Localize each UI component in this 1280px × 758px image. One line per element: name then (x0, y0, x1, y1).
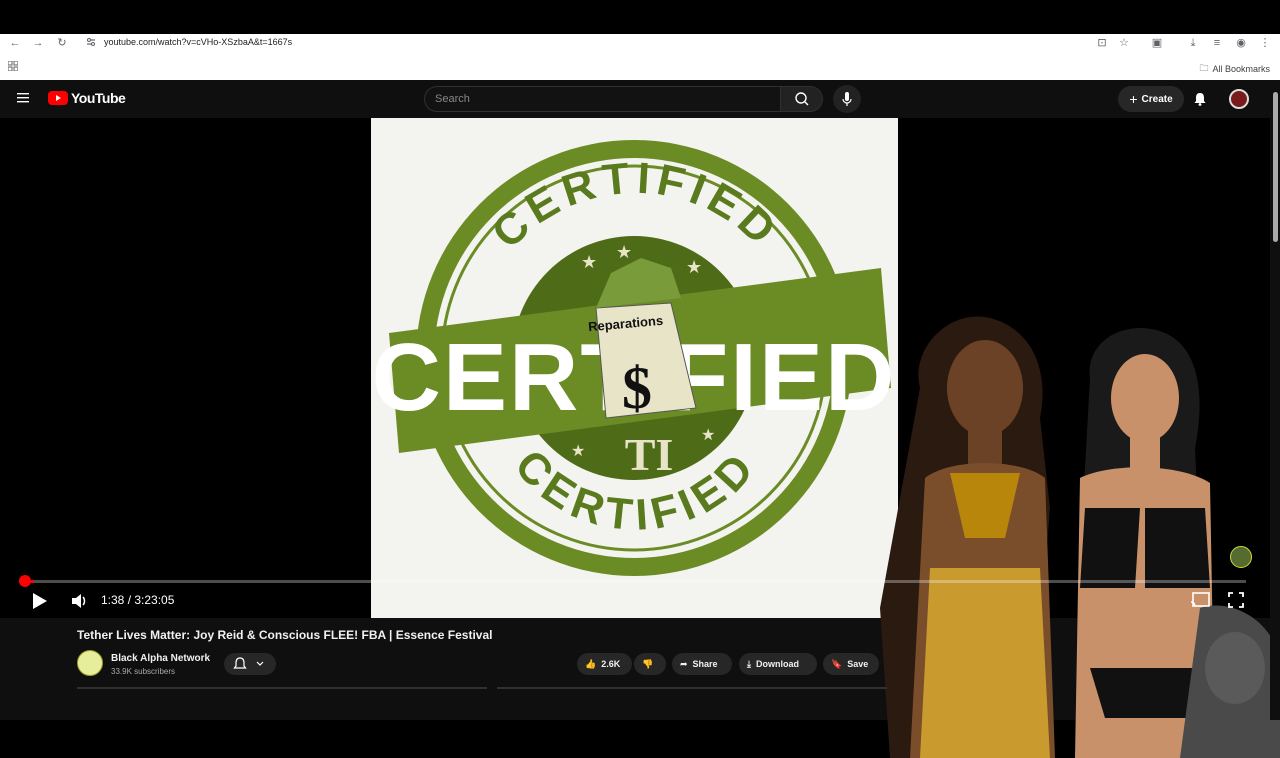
share-icon: ➦ (680, 658, 688, 669)
progress-bar[interactable] (24, 580, 1246, 583)
plus-icon: + (1129, 91, 1138, 107)
bookmarks-bar: 🗀 All Bookmarks (0, 58, 1280, 76)
bookmark-star-icon[interactable]: ☆ (1117, 36, 1131, 50)
video-title: Tether Lives Matter: Joy Reid & Consciou… (77, 628, 493, 642)
address-row: ← → ↻ youtube.com/watch?v=cVHo-XSzbaA&t=… (0, 34, 1280, 52)
fullscreen-icon[interactable] (1228, 592, 1244, 608)
all-bookmarks-label: All Bookmarks (1212, 64, 1270, 74)
site-info-icon[interactable] (86, 37, 96, 47)
apps-grid-icon[interactable] (8, 61, 18, 71)
like-count: 2.6K (601, 659, 621, 669)
svg-text:★: ★ (701, 427, 715, 444)
share-button[interactable]: ➦ Share (672, 653, 732, 675)
search-button[interactable] (781, 86, 823, 112)
notifications-bell-icon[interactable] (1192, 91, 1208, 107)
svg-text:★: ★ (581, 252, 597, 272)
download-icon: ⤓ (747, 658, 751, 669)
account-avatar[interactable] (1229, 89, 1249, 109)
stamp-bottom-center: TI (625, 429, 674, 480)
video-player[interactable]: CERTIFIED CERTIFIED CERTIFIED Reparation… (0, 118, 1280, 758)
download-button[interactable]: ⤓ Download (739, 653, 817, 675)
svg-text:★: ★ (686, 257, 702, 277)
media-control-icon[interactable]: ≡ (1210, 36, 1224, 50)
play-icon[interactable] (30, 592, 48, 610)
menu-kebab-icon[interactable]: ⋮ (1258, 36, 1272, 50)
divider (497, 687, 887, 689)
profile-icon[interactable]: ◉ (1234, 36, 1248, 50)
youtube-logo[interactable]: YouTube (48, 90, 126, 106)
create-button[interactable]: + Create (1118, 86, 1184, 112)
youtube-play-logo-icon (48, 91, 68, 105)
cast-icon[interactable] (1190, 592, 1210, 608)
share-label: Share (692, 659, 718, 669)
downloads-icon[interactable]: ⤓ (1186, 36, 1200, 50)
save-label: Save (847, 659, 869, 669)
page-scrollbar[interactable] (1270, 80, 1280, 720)
overlay-portrait-image (880, 316, 1280, 758)
svg-text:★: ★ (616, 242, 632, 262)
video-frame: CERTIFIED CERTIFIED CERTIFIED Reparation… (371, 118, 898, 618)
like-button[interactable]: 👍 2.6K (577, 653, 632, 675)
subscription-bell-button[interactable] (224, 653, 276, 675)
subscriber-count: 33.9K subscribers (111, 667, 176, 676)
subscription-bell-icon (233, 657, 264, 669)
like-icon: 👍 (585, 658, 597, 669)
folder-icon: 🗀 (1199, 63, 1209, 73)
save-button[interactable]: 🔖 Save (823, 653, 879, 675)
download-label: Download (755, 659, 799, 669)
forward-icon[interactable]: → (31, 36, 45, 50)
save-icon: 🔖 (831, 658, 843, 669)
microphone-icon (842, 92, 852, 106)
divider (77, 687, 487, 689)
logo-text: YouTube (71, 90, 126, 106)
channel-avatar[interactable] (77, 650, 103, 676)
install-app-icon[interactable]: ⊡ (1095, 36, 1109, 50)
all-bookmarks-button[interactable]: 🗀 All Bookmarks (1199, 61, 1270, 77)
scrollbar-thumb[interactable] (1273, 92, 1278, 242)
volume-icon[interactable] (70, 592, 88, 610)
reading-list-icon[interactable]: ▣ (1150, 36, 1164, 50)
time-display: 1:38 / 3:23:05 (101, 593, 175, 607)
search-input[interactable]: Search (424, 86, 781, 112)
create-label: Create (1141, 93, 1173, 105)
back-icon[interactable]: ← (8, 36, 22, 50)
url-field[interactable]: youtube.com/watch?v=cVHo-XSzbaA&t=1667s (104, 37, 292, 47)
channel-watermark-icon[interactable] (1230, 546, 1252, 568)
top-black-bar (0, 0, 1280, 34)
dislike-icon: 👎 (642, 658, 654, 669)
certified-stamp-image: CERTIFIED CERTIFIED CERTIFIED Reparation… (372, 140, 894, 576)
svg-text:★: ★ (571, 443, 585, 460)
masthead: YouTube Search + Create (0, 80, 1270, 118)
dollar-symbol: $ (622, 355, 652, 421)
hamburger-menu-icon[interactable] (16, 91, 32, 105)
dislike-button[interactable]: 👎 (634, 653, 666, 675)
search-icon (795, 92, 809, 106)
channel-name[interactable]: Black Alpha Network (111, 653, 210, 664)
youtube-page: YouTube Search + Create CERTIFIED CERTIF… (0, 80, 1280, 758)
browser-chrome: ← → ↻ youtube.com/watch?v=cVHo-XSzbaA&t=… (0, 34, 1280, 80)
scrubber-handle[interactable] (19, 575, 31, 587)
voice-search-button[interactable] (833, 85, 861, 113)
reload-icon[interactable]: ↻ (55, 36, 69, 50)
